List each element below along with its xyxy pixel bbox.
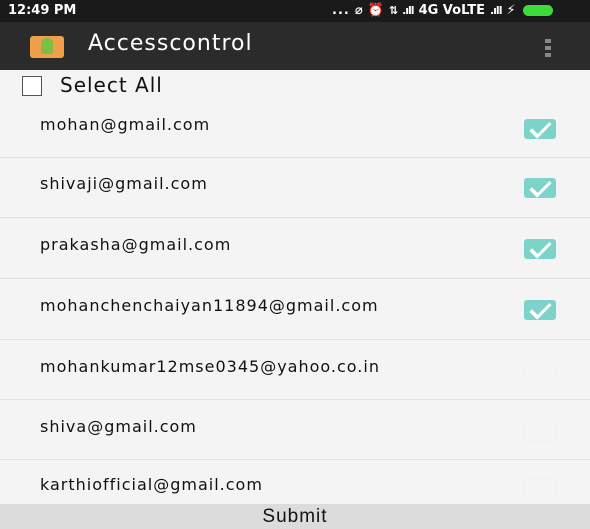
contact-email: shiva@gmail.com (40, 417, 197, 436)
network-label: 4G VoLTE (418, 3, 485, 18)
contact-row[interactable]: mohankumar12mse0345@yahoo.co.in (0, 339, 590, 398)
contact-email: shivaji@gmail.com (40, 174, 208, 193)
battery-icon (522, 5, 553, 16)
notification-dots: ... (332, 3, 350, 18)
overflow-menu-icon[interactable] (545, 39, 551, 57)
contact-row[interactable]: prakasha@gmail.com (0, 217, 590, 276)
contact-email: mohanchenchaiyan11894@gmail.com (40, 296, 379, 315)
contact-email: mohan@gmail.com (40, 115, 211, 134)
select-all-row[interactable]: Select All (0, 70, 590, 100)
contact-row[interactable]: shiva@gmail.com (0, 399, 590, 458)
contact-row[interactable]: mohan@gmail.com (0, 98, 590, 157)
contact-email: karthiofficial@gmail.com (40, 475, 263, 494)
contact-checkbox[interactable] (524, 178, 556, 198)
contact-row[interactable]: mohanchenchaiyan11894@gmail.com (0, 278, 590, 337)
app-title: Accesscontrol (88, 31, 253, 56)
status-time: 12:49 PM (8, 3, 77, 18)
data-arrows-icon: ⇅ (388, 4, 398, 17)
app-logo-icon (30, 36, 64, 58)
charging-icon: ⚡ (506, 3, 516, 18)
signal-off-icon: ⌀ (354, 3, 363, 18)
android-robot-icon (41, 38, 53, 54)
contact-email: prakasha@gmail.com (40, 235, 232, 254)
app-bar: Accesscontrol (0, 22, 590, 70)
contact-checkbox[interactable] (524, 239, 556, 259)
submit-button[interactable]: Submit (0, 504, 590, 529)
contact-row[interactable]: shivaji@gmail.com (0, 157, 590, 216)
select-all-checkbox[interactable] (22, 76, 42, 96)
contact-checkbox[interactable] (524, 119, 556, 139)
contact-checkbox[interactable] (524, 361, 556, 381)
contact-checkbox[interactable] (524, 479, 556, 499)
status-bar: 12:49 PM ... ⌀ ⏰ ⇅ .ıll 4G VoLTE .ıll ⚡ (0, 0, 590, 22)
signal-icon: .ıll (402, 4, 414, 17)
alarm-icon: ⏰ (367, 3, 384, 18)
contact-checkbox[interactable] (524, 300, 556, 320)
select-all-label: Select All (60, 73, 163, 97)
signal-icon-2: .ıll (489, 4, 502, 17)
contact-email: mohankumar12mse0345@yahoo.co.in (40, 357, 380, 376)
contact-checkbox[interactable] (524, 421, 556, 441)
status-icons: ... ⌀ ⏰ ⇅ .ıll 4G VoLTE .ıll ⚡ (332, 3, 553, 18)
